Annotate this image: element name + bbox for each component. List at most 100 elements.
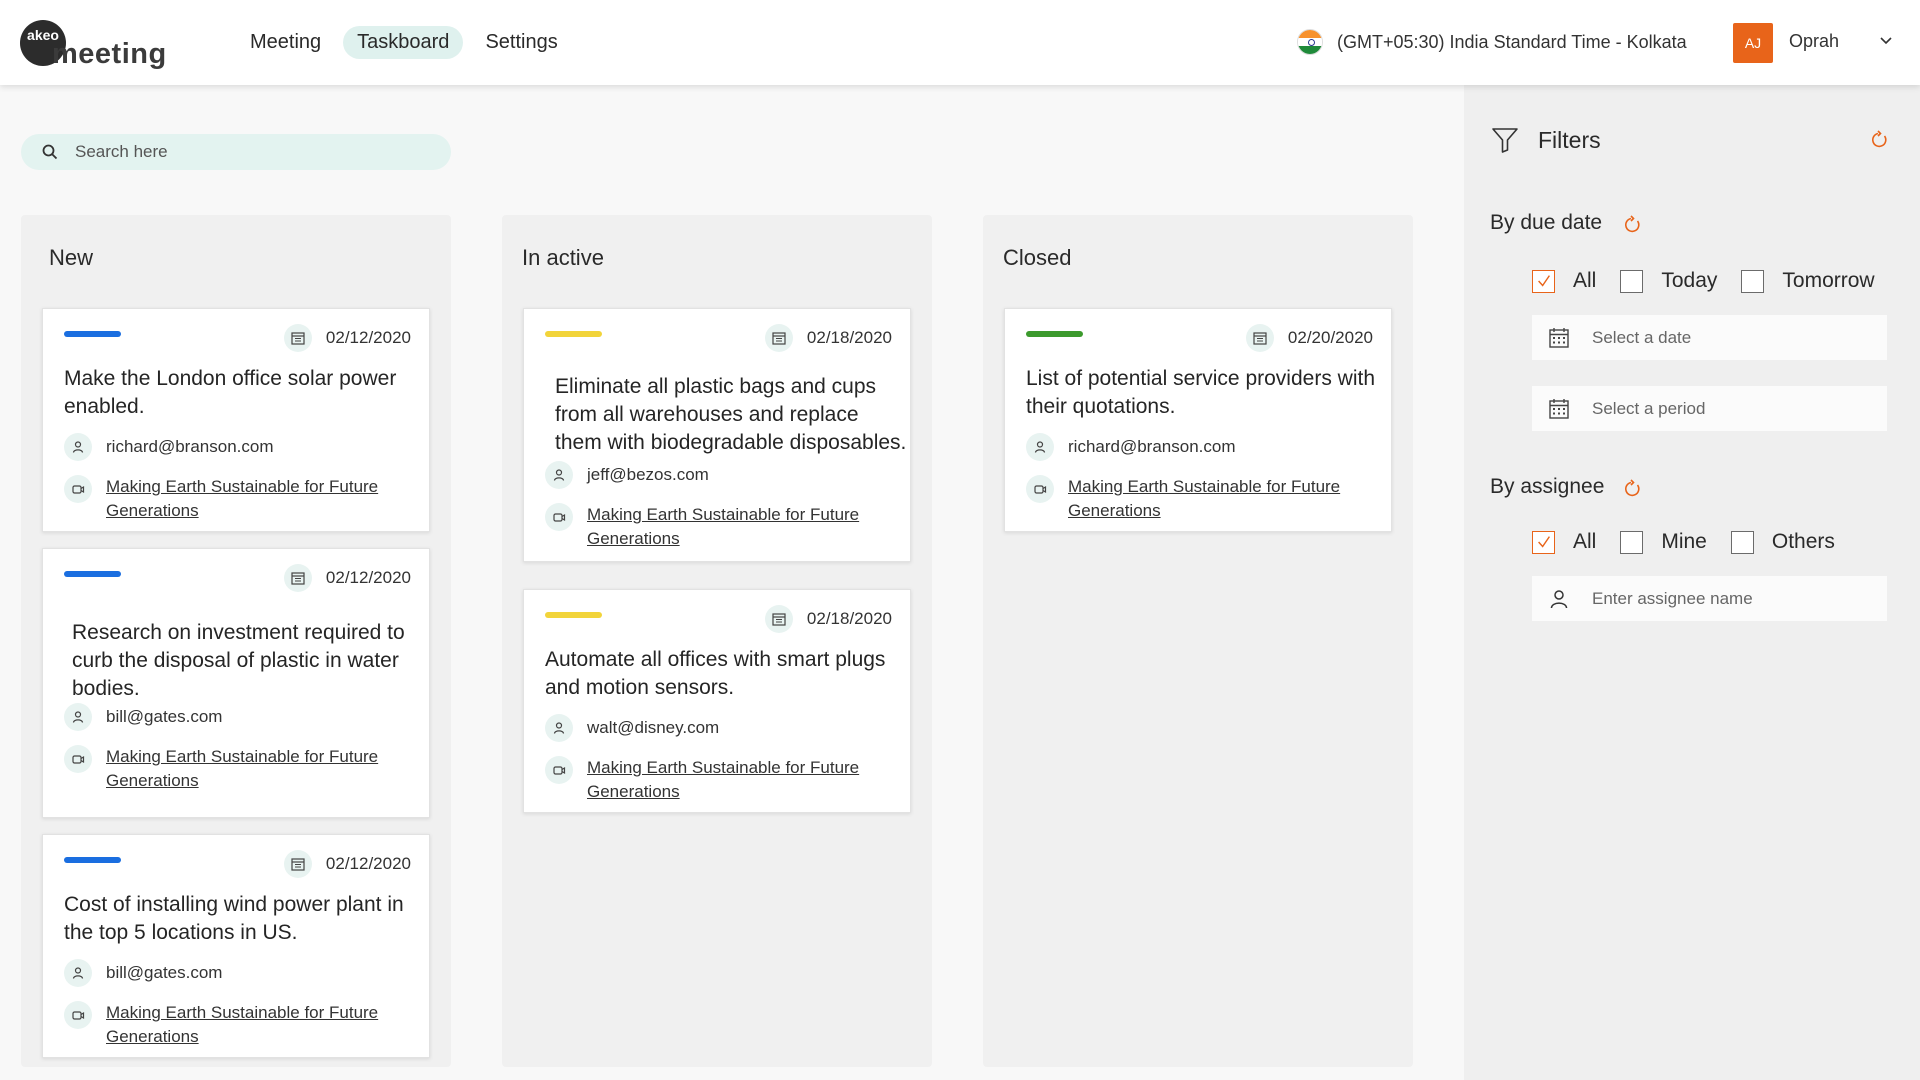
due-tomorrow-label[interactable]: Tomorrow [1782,269,1874,293]
assignee-others-checkbox[interactable] [1730,530,1754,554]
main-nav: Meeting Taskboard Settings [236,26,572,59]
due-all-label[interactable]: All [1573,269,1596,293]
meeting-link[interactable]: Making Earth Sustainable for Future Gene… [106,1001,406,1049]
task-title: Eliminate all plastic bags and cups from… [555,375,907,454]
calendar-icon [283,564,312,592]
assignee-section-label: By assignee [1490,475,1605,498]
due-date-options: All Today Tomorrow [1532,269,1899,293]
due-date: 02/12/2020 [283,850,411,878]
calendar-icon [1245,324,1274,352]
task-card[interactable]: 02/18/2020 Eliminate all plastic bags an… [523,308,911,562]
assignee-all-label[interactable]: All [1573,530,1596,554]
priority-bar [545,612,602,618]
column-new: New 02/12/2020 Make the London office so… [21,215,451,1067]
nav-meeting[interactable]: Meeting [236,26,335,59]
priority-bar [1026,331,1083,337]
timezone-selector[interactable]: (GMT+05:30) India Standard Time - Kolkat… [1297,29,1687,55]
priority-bar [64,571,121,577]
user-name[interactable]: Oprah [1789,31,1839,52]
chevron-down-icon[interactable] [1880,34,1892,46]
due-date-text: 02/20/2020 [1287,328,1373,347]
app-header: akeo meeting Meeting Taskboard Settings … [0,0,1920,85]
task-card[interactable]: 02/18/2020 Automate all offices with sma… [523,589,911,813]
person-icon [545,461,573,489]
person-icon [64,703,92,731]
due-date: 02/12/2020 [283,564,411,592]
check-icon [1537,536,1550,548]
column-title: New [49,245,94,270]
due-date-section-label: By due date [1490,211,1603,234]
reset-all-icon[interactable] [1869,130,1889,150]
meeting-link[interactable]: Making Earth Sustainable for Future Gene… [106,475,406,523]
due-today-label[interactable]: Today [1661,269,1717,293]
assignee-name-placeholder: Enter assignee name [1592,588,1753,608]
check-icon [1537,275,1550,287]
person-icon [545,714,573,742]
calendar-icon [283,850,312,878]
reset-assignee-icon[interactable] [1622,479,1642,499]
reset-due-date-icon[interactable] [1622,215,1642,235]
person-icon [64,959,92,987]
assignee-email: bill@gates.com [106,707,223,726]
meeting-link[interactable]: Making Earth Sustainable for Future Gene… [1068,475,1368,523]
assignee-email: jeff@bezos.com [587,465,709,484]
task-title: Cost of installing wind power plant in t… [64,893,404,944]
app-logo[interactable]: akeo meeting [20,20,166,72]
meeting-link[interactable]: Making Earth Sustainable for Future Gene… [106,745,406,793]
meeting-icon [64,1001,92,1029]
due-date: 02/18/2020 [764,605,892,633]
column-in-active: In active 02/18/2020 Eliminate all plast… [502,215,932,1067]
due-date-text: 02/12/2020 [325,854,411,873]
search-bar[interactable] [21,134,451,170]
meeting-link[interactable]: Making Earth Sustainable for Future Gene… [587,756,887,804]
filters-title: Filters [1538,126,1601,153]
calendar-icon [283,324,312,352]
assignee-name-field[interactable]: Enter assignee name [1532,576,1887,621]
due-all-checkbox[interactable] [1532,269,1555,293]
meeting-row: Making Earth Sustainable for Future Gene… [545,756,887,804]
user-avatar[interactable]: AJ [1733,23,1773,63]
priority-bar [64,331,121,337]
calendar-icon [1549,327,1569,348]
timezone-label: (GMT+05:30) India Standard Time - Kolkat… [1337,31,1687,52]
person-icon [1550,589,1568,608]
assignee-row: bill@gates.com [64,703,222,731]
assignee-email: walt@disney.com [587,718,720,737]
meeting-icon [1026,475,1054,503]
due-date-text: 02/12/2020 [325,568,411,587]
assignee-all-checkbox[interactable] [1532,530,1555,554]
select-date-field[interactable]: Select a date [1532,315,1887,360]
select-period-placeholder: Select a period [1592,398,1706,418]
nav-taskboard[interactable]: Taskboard [343,26,464,59]
assignee-row: richard@branson.com [64,433,274,461]
task-title: Automate all offices with smart plugs an… [545,648,886,699]
meeting-link[interactable]: Making Earth Sustainable for Future Gene… [587,503,887,551]
due-date-text: 02/12/2020 [325,328,411,347]
task-card[interactable]: 02/12/2020 Cost of installing wind power… [42,834,430,1058]
due-tomorrow-checkbox[interactable] [1741,269,1765,293]
india-flag-icon [1297,29,1323,55]
funnel-icon [1492,128,1518,153]
nav-settings[interactable]: Settings [471,26,571,59]
task-card[interactable]: 02/20/2020 List of potential service pro… [1004,308,1392,532]
due-date: 02/18/2020 [764,324,892,352]
calendar-icon [1549,398,1569,419]
assignee-others-label[interactable]: Others [1772,530,1835,554]
meeting-row: Making Earth Sustainable for Future Gene… [545,503,887,551]
search-input[interactable] [75,142,415,162]
task-card[interactable]: 02/12/2020 Research on investment requir… [42,548,430,818]
meeting-icon [545,756,573,784]
meeting-icon [545,503,573,531]
due-today-checkbox[interactable] [1620,269,1644,293]
select-period-field[interactable]: Select a period [1532,386,1887,431]
task-title: Research on investment required to curb … [72,621,405,700]
meeting-row: Making Earth Sustainable for Future Gene… [64,1001,406,1049]
due-date-text: 02/18/2020 [806,609,892,628]
assignee-mine-label[interactable]: Mine [1661,530,1707,554]
filters-header: Filters [1490,125,1601,155]
task-card[interactable]: 02/12/2020 Make the London office solar … [42,308,430,532]
assignee-email: bill@gates.com [106,963,223,982]
assignee-mine-checkbox[interactable] [1620,530,1644,554]
person-icon [64,433,92,461]
meeting-row: Making Earth Sustainable for Future Gene… [64,475,406,523]
